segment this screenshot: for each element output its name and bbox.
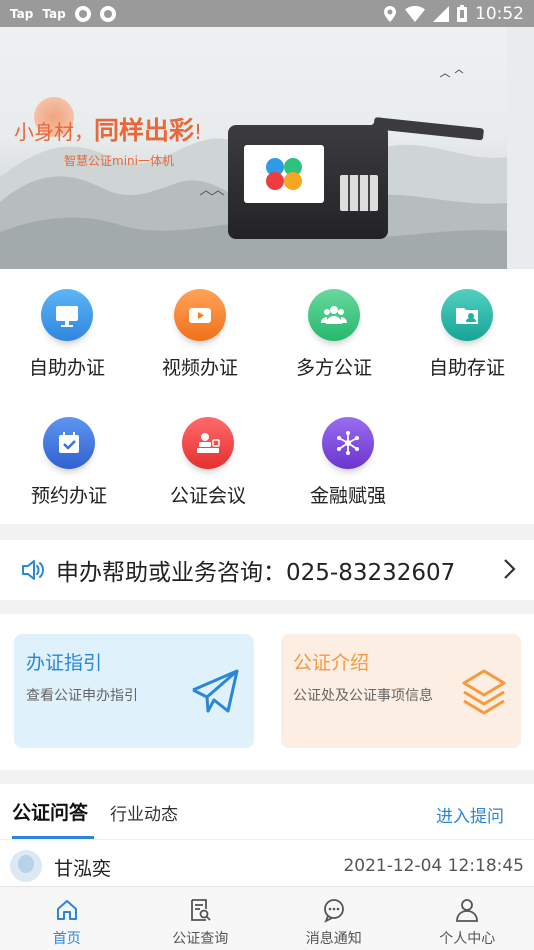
service-self-service[interactable]: 自助办证: [0, 289, 134, 380]
home-icon: [56, 900, 77, 920]
kiosk-machine-image: [228, 125, 388, 239]
active-tab-indicator: [12, 836, 94, 839]
chevron-right-icon: [504, 559, 516, 579]
service-finance[interactable]: 金融赋强: [281, 417, 415, 508]
speaker-icon: [22, 560, 44, 580]
banner-headline: 小身材，同样出彩!: [14, 111, 202, 147]
tab-label: 公证查询: [172, 931, 229, 947]
tab-notifications[interactable]: 消息通知: [267, 887, 401, 950]
qa-tabs: 公证问答 行业动态 进入提问: [0, 784, 534, 840]
status-bar: Tap Tap 10:52: [0, 0, 534, 27]
network-icon: [322, 417, 374, 469]
service-meeting[interactable]: 公证会议: [141, 417, 275, 508]
hotline-text: 申办帮助或业务咨询：025-83232607: [56, 560, 456, 586]
service-evidence-storage[interactable]: 自助存证: [400, 289, 534, 380]
guide-card-desc: 查看公证申办指引: [26, 688, 138, 704]
service-grid: 自助办证 视频办证 多方公证 自助存证 预约办证 公证会议 金融赋强: [0, 269, 534, 524]
promo-banner[interactable]: 小身材，同样出彩! 智慧公证mini一体机: [0, 27, 507, 269]
location-icon: [384, 5, 396, 22]
chat-bubble-icon: [323, 899, 344, 923]
monitor-icon: [41, 289, 93, 341]
paper-plane-icon: [192, 669, 239, 713]
banner-subtitle: 智慧公证mini一体机: [64, 154, 174, 168]
sync-icon: [99, 5, 116, 22]
info-cards: 办证指引 查看公证申办指引 公证介绍 公证处及公证事项信息: [0, 614, 534, 770]
wifi-icon: [405, 5, 425, 22]
tab-notary-search[interactable]: 公证查询: [134, 887, 268, 950]
ask-question-link[interactable]: 进入提问: [436, 802, 504, 827]
tab-home[interactable]: 首页: [0, 887, 134, 950]
service-appointment[interactable]: 预约办证: [2, 417, 136, 508]
sync-icon: [74, 5, 91, 22]
service-label: 金融赋强: [309, 485, 386, 507]
stamp-icon: [182, 417, 234, 469]
hotline-bar[interactable]: 申办帮助或业务咨询：025-83232607: [0, 540, 534, 600]
group-icon: [308, 289, 360, 341]
bottom-tab-bar: 首页 公证查询 消息通知 个人中心: [0, 886, 534, 950]
calendar-check-icon: [43, 417, 95, 469]
qa-user-name: 甘泓奕: [54, 858, 112, 880]
guide-card[interactable]: 办证指引 查看公证申办指引: [14, 634, 254, 748]
video-icon: [174, 289, 226, 341]
service-label: 视频办证: [161, 357, 238, 379]
tab-label: 个人中心: [439, 931, 496, 947]
service-multiparty[interactable]: 多方公证: [267, 289, 401, 380]
layers-icon: [462, 669, 506, 715]
qa-list-item[interactable]: 甘泓奕 2021-12-04 12:18:45: [0, 844, 534, 886]
avatar: [10, 850, 42, 882]
kiosk-keypad: [340, 175, 378, 211]
service-label: 公证会议: [169, 485, 246, 507]
service-video[interactable]: 视频办证: [133, 289, 267, 380]
tab-notary-qa[interactable]: 公证问答: [12, 798, 88, 825]
qa-section: 公证问答 行业动态 进入提问 甘泓奕 2021-12-04 12:18:45: [0, 784, 534, 886]
service-label: 多方公证: [295, 357, 372, 379]
signal-icon: [433, 5, 449, 22]
status-system: 10:52: [383, 4, 524, 24]
service-label: 自助办证: [28, 357, 105, 379]
service-label: 预约办证: [30, 485, 107, 507]
tab-profile[interactable]: 个人中心: [401, 887, 534, 950]
qa-timestamp: 2021-12-04 12:18:45: [343, 856, 524, 876]
person-icon: [456, 899, 479, 922]
status-notifications: Tap Tap: [10, 5, 116, 22]
tab-industry-news[interactable]: 行业动态: [110, 800, 178, 825]
intro-card[interactable]: 公证介绍 公证处及公证事项信息: [281, 634, 521, 748]
banner-headline-emphasis: 同样出彩: [94, 116, 195, 145]
banner-headline-prefix: 小身材，: [14, 120, 94, 144]
tab-label: 消息通知: [305, 931, 362, 947]
folder-user-icon: [441, 289, 493, 341]
document-search-icon: [191, 899, 211, 921]
tap-app-icon: Tap: [42, 6, 66, 21]
tab-label: 首页: [52, 931, 81, 947]
tap-app-icon: Tap: [10, 6, 34, 21]
intro-card-desc: 公证处及公证事项信息: [293, 688, 433, 704]
banner-headline-suffix: !: [194, 120, 203, 144]
service-label: 自助存证: [428, 357, 505, 379]
kiosk-screen: [244, 145, 324, 203]
status-time: 10:52: [475, 3, 524, 24]
battery-icon: [457, 5, 467, 22]
kiosk-screen-graphic: [266, 158, 302, 190]
next-banner-peek: [507, 27, 534, 269]
